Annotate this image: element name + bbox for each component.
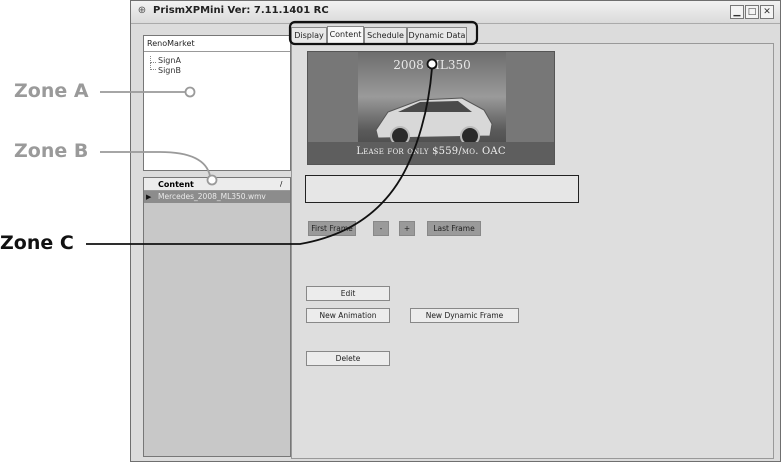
- zone-b-leader: [100, 151, 211, 177]
- zone-b-marker: [206, 174, 218, 186]
- zone-a-label: Zone A: [14, 80, 89, 102]
- zone-c-label: Zone C: [0, 232, 74, 254]
- zone-c-marker: [426, 58, 438, 70]
- zone-c-leader: [86, 67, 433, 245]
- zone-c-highlight: [288, 20, 479, 46]
- callout-lines: [86, 20, 479, 245]
- zone-a-marker: [184, 86, 196, 98]
- zone-b-label: Zone B: [14, 140, 89, 162]
